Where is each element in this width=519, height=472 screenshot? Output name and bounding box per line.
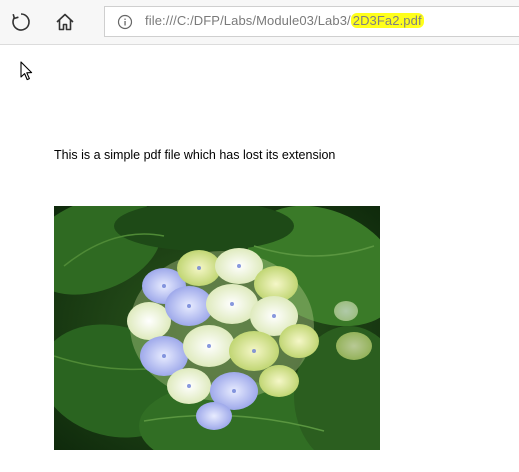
- address-bar[interactable]: file:///C:/DFP/Labs/Module03/Lab3/2D3Fa2…: [104, 6, 519, 37]
- document-text: This is a simple pdf file which has lost…: [54, 148, 336, 162]
- url-text[interactable]: file:///C:/DFP/Labs/Module03/Lab3/2D3Fa2…: [145, 13, 424, 28]
- info-icon[interactable]: [117, 14, 133, 30]
- refresh-button[interactable]: [5, 6, 37, 38]
- url-filename-highlighted: 2D3Fa2.pdf: [350, 13, 424, 28]
- browser-toolbar: file:///C:/DFP/Labs/Module03/Lab3/2D3Fa2…: [0, 0, 519, 45]
- hydrangea-flower-photo: [54, 206, 380, 450]
- url-prefix: file:///C:/DFP/Labs/Module03/Lab3/: [145, 13, 351, 28]
- home-button[interactable]: [49, 6, 81, 38]
- home-icon: [56, 13, 74, 31]
- mouse-pointer-icon: [20, 61, 33, 81]
- refresh-icon: [12, 13, 30, 31]
